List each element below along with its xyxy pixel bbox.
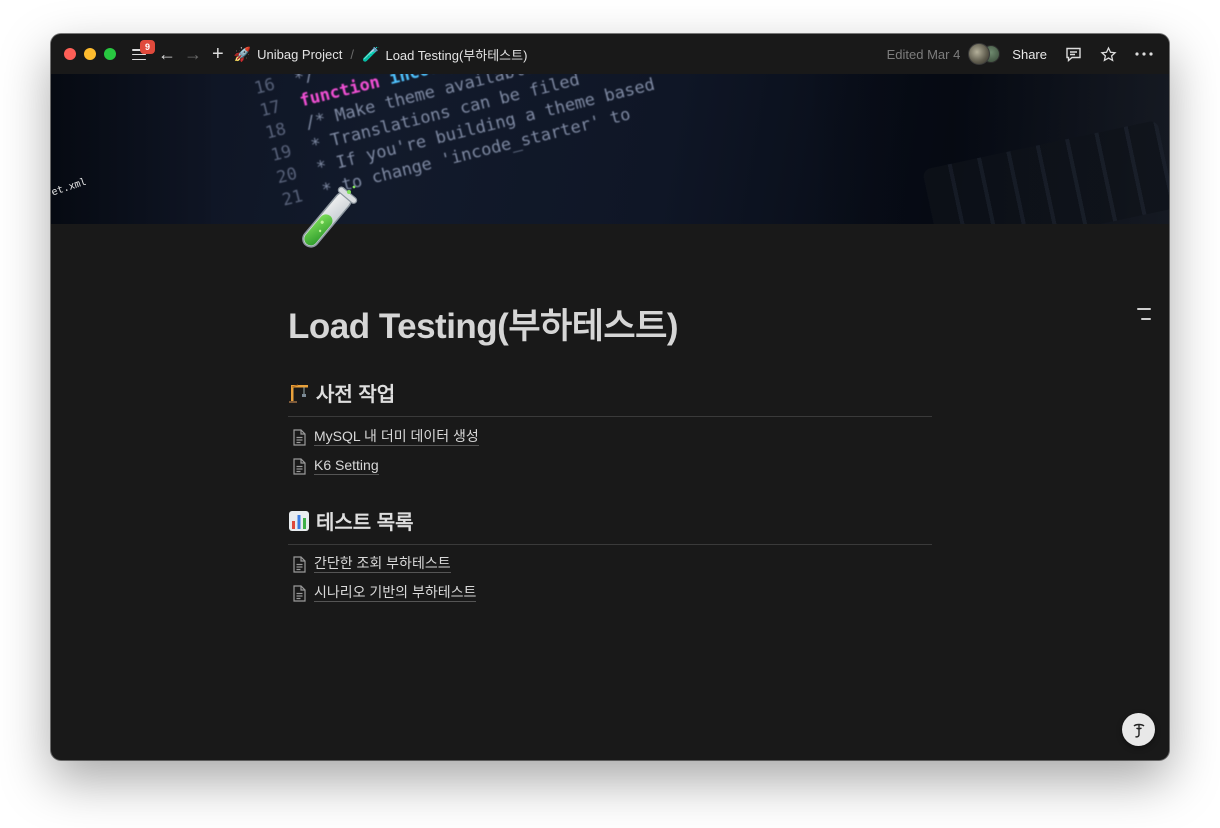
forward-arrow-icon[interactable]: → <box>184 44 202 65</box>
breadcrumb-label: Load Testing(부하테스트) <box>385 47 528 63</box>
page-link-dummy-data[interactable]: MySQL 내 더미 데이터 생성 <box>292 426 479 448</box>
favorite-star-icon[interactable] <box>1100 45 1117 63</box>
title-bar: 9 ← → + 🚀 Unibag Project / 🧪 Load Testin… <box>51 34 1169 74</box>
sidebar-menu-button[interactable]: 9 <box>132 40 155 62</box>
page-icon-test-tube-icon[interactable] <box>287 184 363 260</box>
back-arrow-icon[interactable]: ← <box>158 44 176 65</box>
help-icon <box>1133 723 1144 738</box>
page-link-label: MySQL 내 더미 데이터 생성 <box>314 428 479 446</box>
section-heading-prework[interactable]: 사전 작업 <box>288 378 932 407</box>
share-button[interactable]: Share <box>1012 47 1047 62</box>
window-controls <box>64 48 116 60</box>
section-heading-label: 테스트 목록 <box>316 512 414 534</box>
close-window-button[interactable] <box>64 48 76 60</box>
help-button[interactable] <box>1122 713 1155 746</box>
page-link-label: 시나리오 기반의 부하테스트 <box>314 584 477 602</box>
bar-chart-icon <box>288 510 310 532</box>
page-link-label: K6 Setting <box>314 457 379 475</box>
minimize-window-button[interactable] <box>84 48 96 60</box>
page-title[interactable]: Load Testing(부하테스트) <box>288 298 679 349</box>
page-link-scenario-test[interactable]: 시나리오 기반의 부하테스트 <box>292 582 477 604</box>
table-of-contents-icon[interactable] <box>1137 308 1151 328</box>
new-page-plus-icon[interactable]: + <box>212 43 224 66</box>
section-heading-test-list[interactable]: 테스트 목록 <box>288 506 932 535</box>
zoom-window-button[interactable] <box>104 48 116 60</box>
cover-image[interactable]: 14 * re15 * as inc16 */17 function incod… <box>51 74 1169 224</box>
document-icon <box>292 428 307 446</box>
test-tube-icon: 🧪 <box>362 45 380 62</box>
comments-icon[interactable] <box>1065 46 1082 62</box>
document-icon <box>292 555 307 573</box>
page-link-simple-query-test[interactable]: 간단한 조회 부하테스트 <box>292 553 451 575</box>
page-link-label: 간단한 조회 부하테스트 <box>314 555 451 573</box>
page-link-k6-setting[interactable]: K6 Setting <box>292 455 379 477</box>
section-heading-label: 사전 작업 <box>316 384 396 406</box>
construction-crane-icon <box>288 382 310 404</box>
edited-timestamp[interactable]: Edited Mar 4 <box>887 47 961 62</box>
breadcrumb-label: Unibag Project <box>257 46 343 62</box>
section-divider <box>288 416 932 417</box>
app-window: 9 ← → + 🚀 Unibag Project / 🧪 Load Testin… <box>51 34 1169 760</box>
rocket-icon: 🚀 <box>233 45 252 62</box>
notification-badge: 9 <box>140 40 155 54</box>
breadcrumb-separator: / <box>350 46 355 62</box>
document-icon <box>292 457 307 475</box>
more-options-icon[interactable] <box>1135 52 1153 56</box>
document-icon <box>292 584 307 602</box>
section-divider <box>288 544 932 545</box>
breadcrumb-item-current-page[interactable]: 🧪 Load Testing(부하테스트) <box>362 45 527 64</box>
breadcrumb-item-project[interactable]: 🚀 Unibag Project <box>234 46 343 63</box>
